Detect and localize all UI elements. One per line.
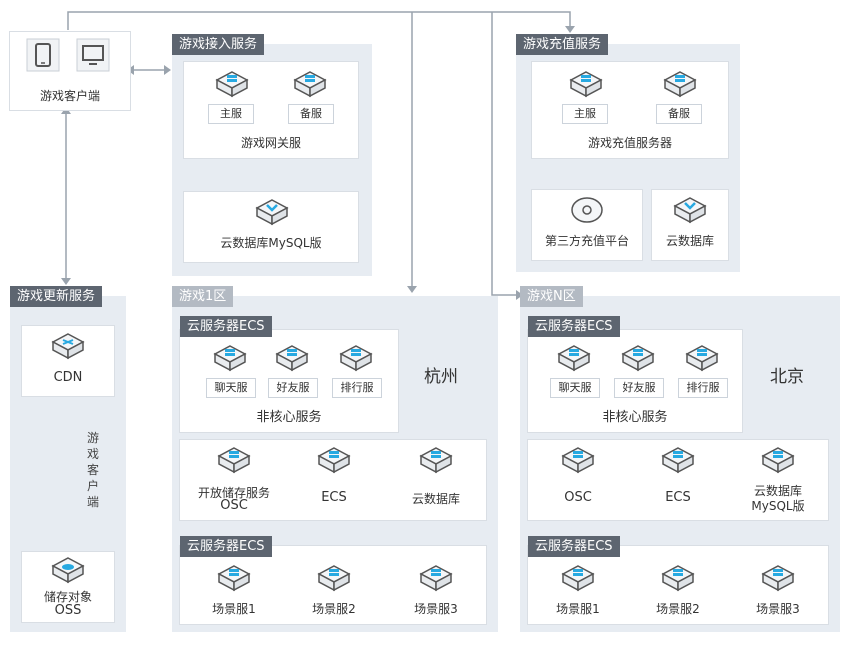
chat-server-label: 聊天服 (550, 378, 600, 398)
gateway-card[interactable]: 主服 备服 游戏网关服 (184, 62, 358, 158)
oss-label-2: OSS (54, 603, 82, 618)
zone1-title: 游戏1区 (172, 286, 234, 307)
zoneN-ecs-title2: 云服务器ECS (528, 536, 620, 557)
server-icon (318, 565, 350, 591)
cdn-card[interactable]: CDN (22, 326, 114, 396)
backup-server-label: 备服 (656, 104, 702, 124)
recharge-server-label: 游戏充值服务器 (587, 136, 672, 150)
cdn-icon (51, 333, 85, 360)
chat-server-label: 聊天服 (206, 378, 256, 398)
recharge-db-card[interactable]: 云数据库 (652, 190, 728, 260)
server-icon (218, 447, 250, 473)
scene2-label: 场景服2 (656, 602, 700, 616)
scene3-label: 场景服3 (414, 602, 458, 616)
noncore-label: 非核心服务 (602, 410, 668, 425)
primary-server-label: 主服 (208, 104, 254, 124)
db-label-2: MySQL版 (751, 499, 805, 513)
update-service-title: 游戏更新服务 (10, 286, 103, 307)
cdn-label: CDN (53, 370, 83, 385)
third-party-card[interactable]: 第三方充值平台 (532, 190, 642, 260)
zone1-ecs-title: 云服务器ECS (180, 316, 272, 337)
scene3-label: 场景服3 (756, 602, 800, 616)
zoneN-title: 游戏N区 (520, 286, 583, 307)
scene1-label: 场景服1 (212, 602, 256, 616)
phone-icon (26, 38, 60, 72)
server-icon (216, 71, 248, 97)
database-icon (255, 198, 289, 226)
client-label: 游戏客户端 (39, 89, 100, 103)
ecs-label: ECS (665, 490, 691, 505)
storage-icon (51, 557, 85, 584)
access-service-title: 游戏接入服务 (172, 34, 265, 55)
recharge-service-title: 游戏充值服务 (516, 34, 609, 55)
zone1-city: 杭州 (424, 367, 458, 387)
server-icon (420, 447, 452, 473)
server-icon (420, 565, 452, 591)
ecs-label: ECS (321, 490, 347, 505)
rank-server-label: 排行服 (332, 378, 382, 398)
osc-label-2: OSC (220, 498, 248, 513)
server-icon (340, 345, 372, 371)
database-icon (673, 196, 707, 224)
server-icon (664, 71, 696, 97)
friend-server-label: 好友服 (268, 378, 318, 398)
server-icon (218, 565, 250, 591)
scene1-label: 场景服1 (556, 602, 600, 616)
game-client-box[interactable]: 游戏客户端 (10, 32, 130, 110)
payment-platform-icon (571, 197, 603, 223)
monitor-icon (76, 38, 110, 72)
friend-server-label: 好友服 (614, 378, 664, 398)
server-icon (570, 71, 602, 97)
access-db-card[interactable]: 云数据库MySQL版 (184, 192, 358, 262)
zoneN-city: 北京 (770, 367, 804, 387)
server-icon (214, 345, 246, 371)
oss-card[interactable]: 储存对象 OSS (22, 552, 114, 622)
server-icon (562, 447, 594, 473)
server-icon (294, 71, 326, 97)
zoneN-ecs-title: 云服务器ECS (528, 316, 620, 337)
scene2-label: 场景服2 (312, 602, 356, 616)
server-icon (686, 345, 718, 371)
primary-server-label: 主服 (562, 104, 608, 124)
vertical-client-label: 游 戏 客 户 端 (86, 431, 99, 509)
server-icon (622, 345, 654, 371)
server-icon (318, 447, 350, 473)
osc-label: OSC (564, 490, 592, 505)
db-label: 云数据库 (411, 492, 460, 506)
recharge-db-label: 云数据库 (665, 234, 714, 248)
zone1-ecs-title2: 云服务器ECS (180, 536, 272, 557)
rank-server-label: 排行服 (678, 378, 728, 398)
third-party-label: 第三方充值平台 (544, 234, 629, 248)
recharge-server-card[interactable]: 主服 备服 游戏充值服务器 (532, 62, 728, 158)
gateway-label: 游戏网关服 (240, 136, 301, 150)
backup-server-label: 备服 (288, 104, 334, 124)
server-icon (762, 447, 794, 473)
server-icon (276, 345, 308, 371)
server-icon (558, 345, 590, 371)
server-icon (762, 565, 794, 591)
access-db-label: 云数据库MySQL版 (220, 236, 322, 250)
server-icon (662, 447, 694, 473)
server-icon (562, 565, 594, 591)
noncore-label: 非核心服务 (256, 410, 322, 425)
server-icon (662, 565, 694, 591)
